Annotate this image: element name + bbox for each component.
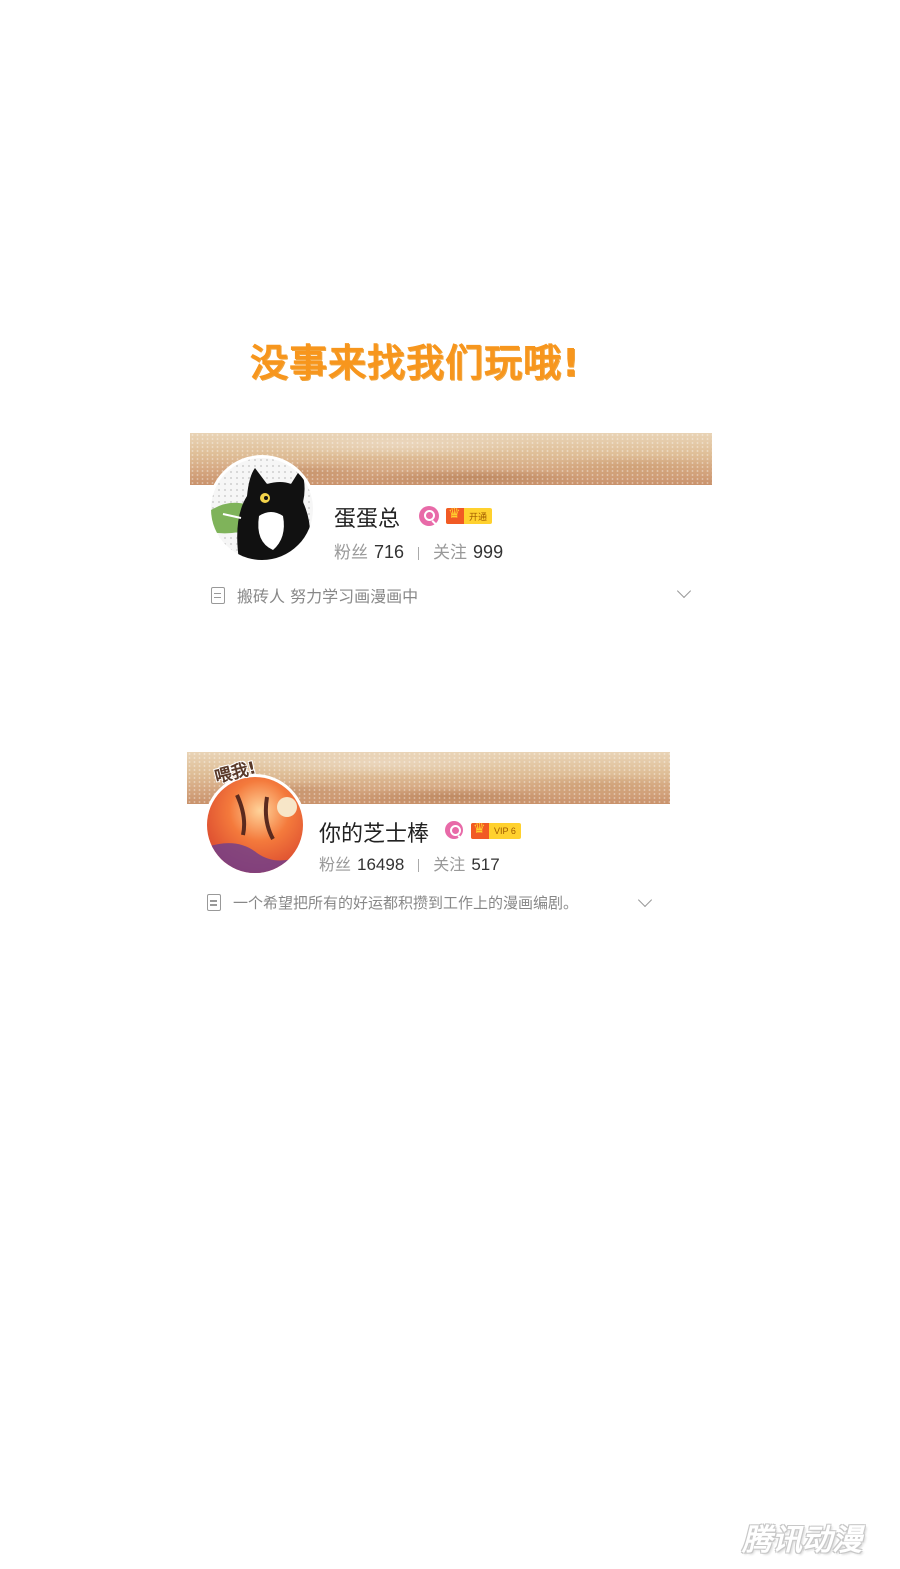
fans-count: 16498: [357, 855, 405, 874]
vip-badge[interactable]: 开通: [446, 506, 493, 524]
profile-name: 蛋蛋总: [334, 507, 401, 532]
profile-name: 你的芝士棒: [319, 822, 430, 847]
fans-label: 粉丝: [334, 543, 368, 563]
vip-label: VIP 6: [494, 826, 516, 836]
fans-label: 粉丝: [319, 855, 352, 874]
profile-bio: 一个希望把所有的好运都积攒到工作上的漫画编剧。: [207, 892, 578, 913]
bio-text: 搬砖人 努力学习画漫画中: [237, 587, 419, 606]
fans-count: 716: [374, 542, 405, 562]
verified-icon: [445, 821, 463, 839]
vip-label: 开通: [469, 511, 488, 522]
follow-count: 517: [471, 855, 500, 874]
profile-bio: 搬砖人 努力学习画漫画中: [211, 583, 418, 607]
orange-avatar-image: [207, 777, 303, 873]
vip-crown-icon: [446, 506, 464, 524]
verified-icon: [419, 506, 439, 526]
chevron-down-icon[interactable]: [637, 892, 653, 908]
stats-divider: [418, 546, 420, 560]
avatar[interactable]: [204, 774, 306, 876]
cat-avatar-image: [211, 458, 313, 560]
document-icon: [207, 894, 221, 911]
stats-divider: [418, 859, 420, 872]
follow-count: 999: [473, 542, 504, 562]
follow-label: 关注: [433, 855, 466, 874]
profile-stats: 粉丝 716 关注 999: [334, 538, 503, 563]
vip-crown-icon: [471, 821, 489, 839]
profile-card-1[interactable]: 蛋蛋总 开通 粉丝 716 关注999 搬砖人 努力学习画漫画中: [190, 433, 712, 613]
watermark-logo: 腾讯动漫: [742, 1523, 862, 1558]
avatar[interactable]: [208, 455, 316, 563]
document-icon: [211, 586, 225, 604]
page-headline: 没事来找我们玩哦!: [250, 341, 581, 385]
chevron-down-icon[interactable]: [676, 583, 692, 599]
profile-card-2[interactable]: 喂我! 你的芝士棒 VIP 6 粉丝16498关注517 一个希望把所有的好运都…: [187, 752, 670, 922]
vip-badge[interactable]: VIP 6: [471, 821, 521, 839]
profile-stats: 粉丝 16498 关注 517: [319, 851, 500, 875]
bio-text: 一个希望把所有的好运都积攒到工作上的漫画编剧。: [233, 894, 579, 912]
follow-label: 关注: [433, 543, 468, 563]
